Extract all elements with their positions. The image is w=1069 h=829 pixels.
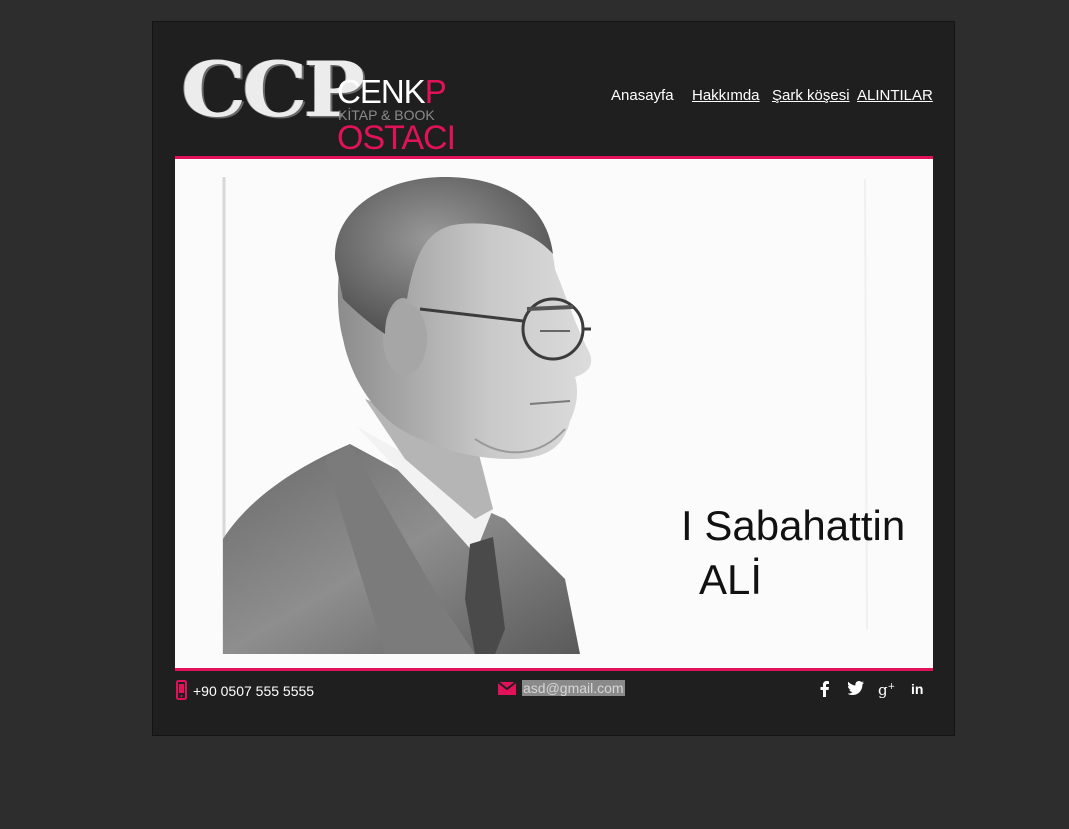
phone-icon — [176, 680, 187, 700]
page-container: CCP CENKP KİTAP & BOOK OSTACI Anasayfa H… — [152, 21, 955, 736]
google-plus-icon[interactable]: g+ — [878, 681, 895, 699]
nav-item-hakkimda[interactable]: Hakkımda — [692, 87, 760, 104]
envelope-icon — [497, 681, 517, 695]
footer-phone: +90 0507 555 5555 — [176, 680, 314, 700]
facebook-icon[interactable] — [820, 681, 830, 701]
hero-caption-line2: ALİ — [699, 556, 763, 603]
hero-banner: I Sabahattin ALİ — [175, 159, 933, 668]
footer-email-text[interactable]: asd@gmail.com — [522, 680, 625, 696]
nav-item-alintilar[interactable]: ALINTILAR — [857, 87, 933, 104]
footer-email: asd@gmail.com — [497, 680, 625, 696]
nav-item-anasayfa[interactable]: Anasayfa — [611, 87, 674, 104]
logo-name-accent: P — [424, 73, 447, 110]
logo-mark: CCP — [181, 45, 365, 135]
linkedin-icon[interactable]: in — [911, 681, 923, 697]
hero-caption: I Sabahattin ALİ — [681, 499, 905, 607]
logo-name-line1: CENKP — [337, 73, 447, 110]
twitter-icon[interactable] — [847, 681, 864, 699]
logo-name-line2: OSTACI — [337, 119, 456, 157]
footer-phone-text[interactable]: +90 0507 555 5555 — [193, 683, 314, 699]
logo-name-main: CENK — [337, 73, 426, 110]
hero-bottom-rule — [175, 668, 933, 671]
hero-caption-line1: I Sabahattin — [681, 502, 906, 549]
site-logo[interactable]: CCP CENKP KİTAP & BOOK OSTACI — [181, 45, 461, 157]
nav-item-sark-kosesi[interactable]: Şark köşesi — [772, 87, 850, 104]
